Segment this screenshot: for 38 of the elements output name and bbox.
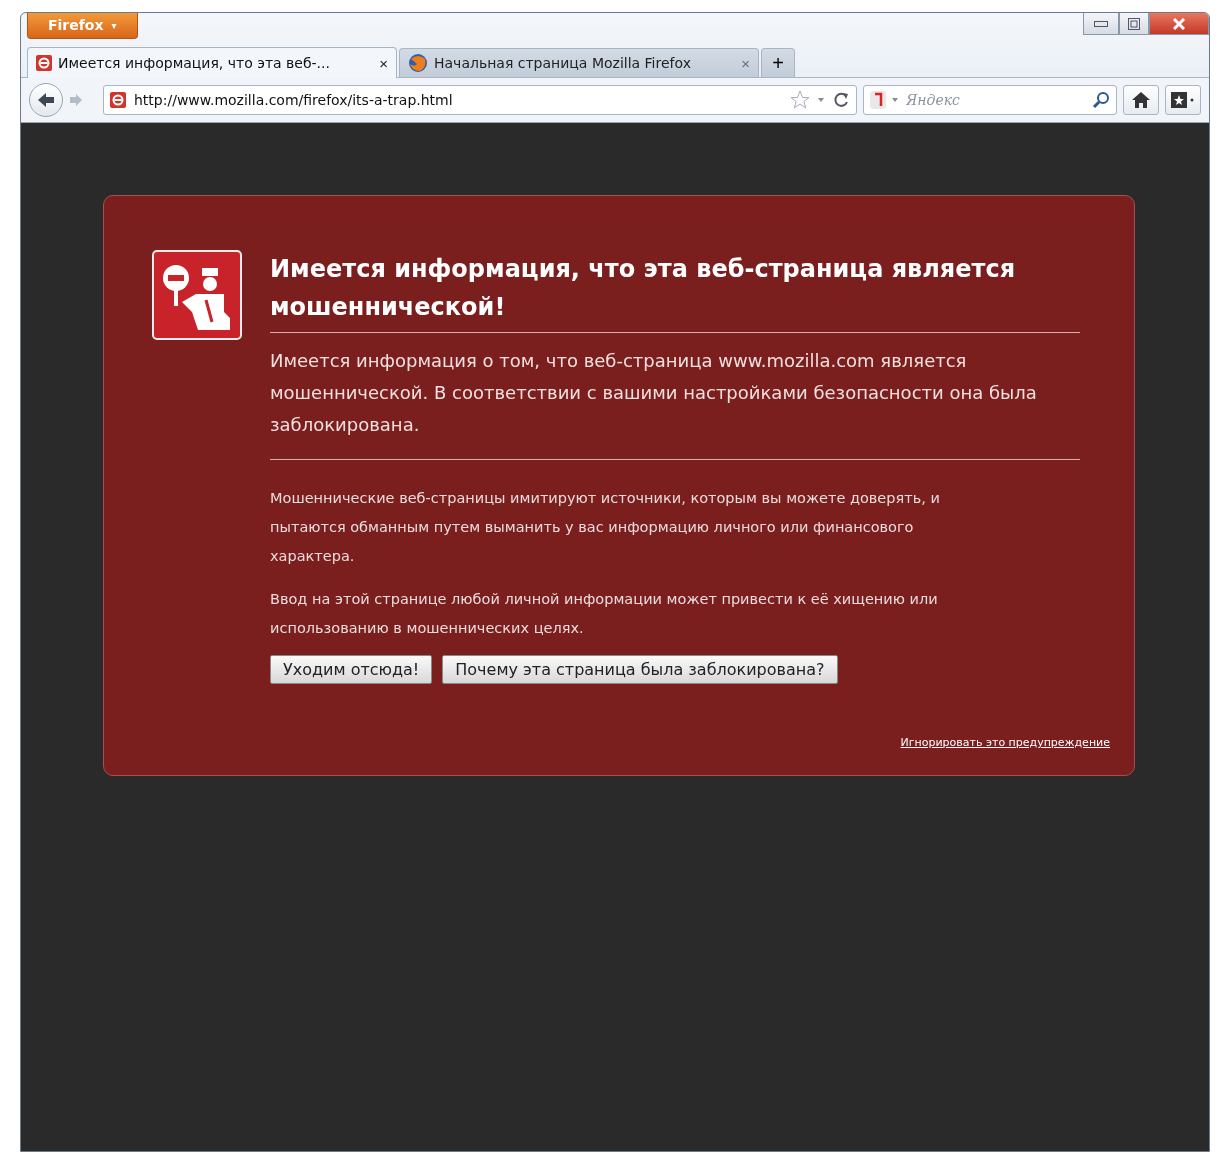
restore-icon bbox=[1128, 17, 1140, 30]
star-box-icon bbox=[1171, 92, 1195, 108]
tab-close-button[interactable]: × bbox=[379, 54, 388, 72]
maximize-button[interactable] bbox=[1119, 13, 1149, 35]
caret-icon[interactable] bbox=[818, 98, 824, 102]
caret-icon[interactable] bbox=[892, 98, 898, 102]
house-icon bbox=[1131, 91, 1151, 109]
close-button[interactable] bbox=[1149, 13, 1209, 35]
star-icon[interactable] bbox=[790, 90, 810, 110]
search-input[interactable]: Яндекс bbox=[904, 91, 1086, 109]
new-tab-button[interactable]: + bbox=[761, 48, 795, 77]
warning-paragraph: Ввод на этой странице любой личной информации может привести к её хищению или использованию в мошеннических целях. bbox=[270, 590, 939, 638]
get-me-out-button[interactable]: Уходим отсюда! bbox=[270, 655, 433, 684]
bookmarks-button[interactable] bbox=[1165, 85, 1201, 115]
search-engine-icon[interactable] bbox=[870, 91, 886, 109]
close-icon bbox=[1173, 17, 1185, 30]
home-button[interactable] bbox=[1123, 85, 1159, 115]
tab-close-button[interactable]: × bbox=[741, 54, 750, 72]
browser-tab[interactable]: Начальная страница Mozilla Firefox × bbox=[399, 48, 759, 77]
warning-title: Имеется информация, что эта веб-страница является мошеннической! bbox=[270, 250, 1080, 333]
why-blocked-button[interactable]: Почему эта страница была заблокирована? bbox=[442, 655, 838, 684]
ignore-warning-link[interactable]: Игнорировать это предупреждение bbox=[900, 736, 1110, 749]
address-field[interactable]: http://www.mozilla.com/firefox/its-a-trap.html bbox=[103, 85, 857, 115]
minimize-icon bbox=[1094, 20, 1108, 27]
back-button[interactable] bbox=[29, 83, 63, 117]
warning-summary: Имеется информация о том, что веб-страница www.mozilla.com является мошеннической. В соответствии с вашими настройками безопасности она была заблокирована. bbox=[270, 345, 1080, 460]
blocked-site-icon bbox=[36, 55, 52, 71]
search-icon[interactable] bbox=[1092, 91, 1110, 109]
blocked-site-icon bbox=[110, 92, 126, 108]
reload-icon[interactable] bbox=[832, 91, 850, 109]
forward-arrow-icon bbox=[69, 93, 83, 107]
search-field[interactable]: Яндекс bbox=[863, 85, 1117, 115]
warning-paragraph: Мошеннические веб-страницы имитируют источники, которым вы можете доверять, и пытаются обманным путем выманить у вас информацию личного или финансового характера. bbox=[270, 489, 941, 566]
browser-tab[interactable]: Имеется информация, что эта веб-... × bbox=[27, 47, 397, 78]
minimize-button[interactable] bbox=[1083, 13, 1119, 35]
police-officer-icon bbox=[152, 250, 242, 340]
back-arrow-icon bbox=[37, 92, 55, 108]
globe-icon bbox=[408, 53, 428, 73]
